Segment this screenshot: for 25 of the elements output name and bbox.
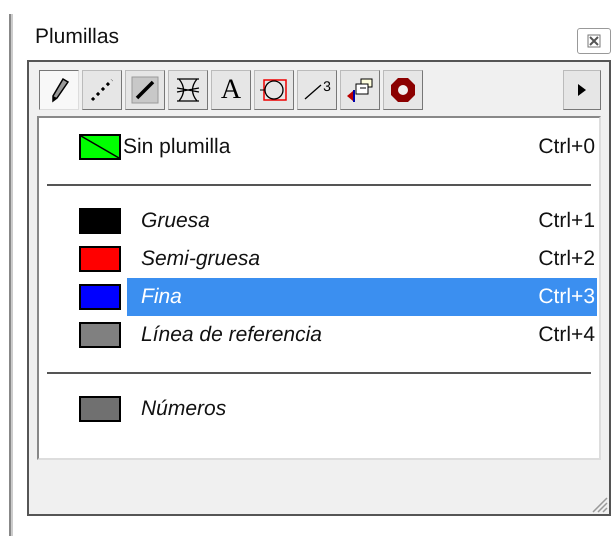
more-button[interactable] [563,70,601,110]
dotted-line-icon [89,77,115,103]
tool-button[interactable]: A [211,70,251,110]
tool-button[interactable] [39,70,79,110]
slash-icon [131,76,159,104]
octagon-ring-icon [389,76,417,104]
tool-button[interactable] [383,70,423,110]
tool-button[interactable] [254,70,294,110]
tool-button[interactable] [125,70,165,110]
tool-button[interactable]: 3 [297,70,337,110]
panel-title: Plumillas [35,25,120,49]
tool-button[interactable] [340,70,380,110]
pen-item[interactable]: Sin plumilla Ctrl+0 [123,128,597,166]
arrow-boxes-icon [345,76,375,104]
pen-item[interactable]: Línea de referencia Ctrl+4 [127,316,597,354]
pen-item[interactable]: Gruesa Ctrl+1 [127,202,597,240]
crossed-lines-icon [174,76,202,104]
text-tool-label: A [220,76,242,104]
pen-item[interactable]: Números [127,390,597,428]
tool-button[interactable] [168,70,208,110]
right-triangle-icon [577,83,587,97]
tool-button[interactable] [82,70,122,110]
close-icon [587,34,601,48]
pen-item[interactable]: Semi-gruesa Ctrl+2 [127,240,597,278]
close-button[interactable] [577,28,611,54]
